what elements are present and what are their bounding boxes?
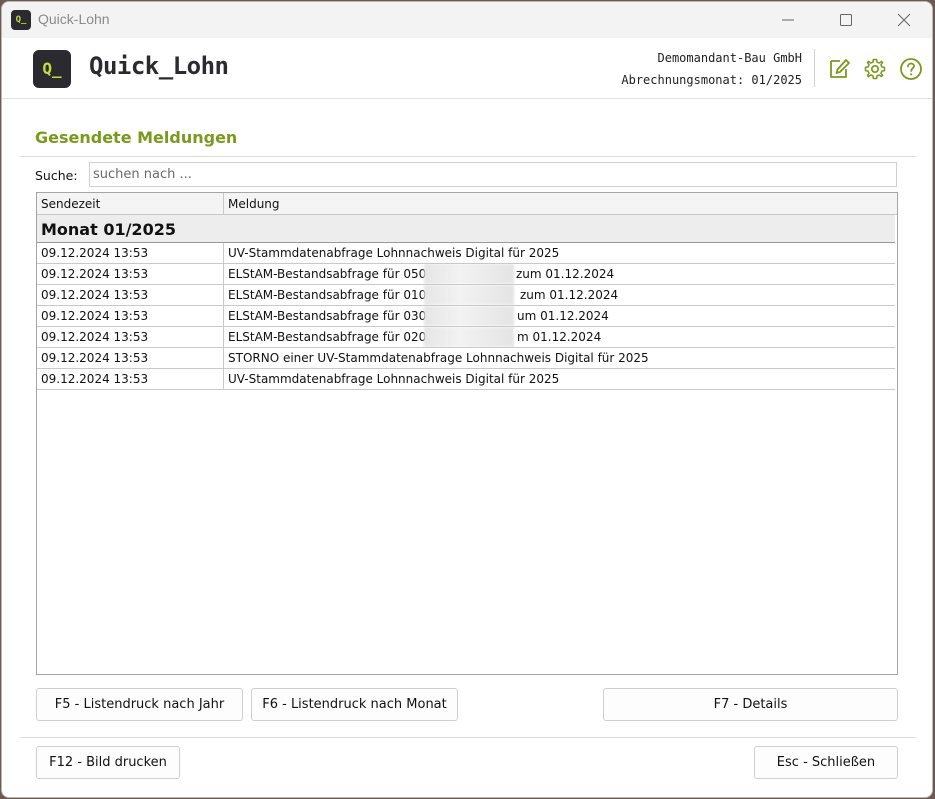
close-button[interactable] <box>881 2 927 38</box>
logo-mark: Q_ <box>33 50 71 88</box>
column-header-meldung[interactable]: Meldung <box>224 193 896 214</box>
message-text: STORNO einer UV-Stammdatenabfrage Lohnna… <box>228 351 649 365</box>
group-label: Monat 01/2025 <box>41 220 176 239</box>
cell-sendezeit: 09.12.2024 13:53 <box>37 348 224 368</box>
column-header-sendezeit[interactable]: Sendezeit <box>37 193 224 214</box>
table-header: Sendezeit Meldung <box>37 193 897 215</box>
message-text-suffix: zum 01.12.2024 <box>520 288 619 302</box>
cell-meldung: ELStAM-Bestandsabfrage für 0500 zum 01.1… <box>224 264 895 284</box>
app-window: Q_ Quick-Lohn Q_ Quick_Lohn Demomandant-… <box>1 1 933 798</box>
message-text: ELStAM-Bestandsabfrage für 0100 <box>228 288 434 302</box>
message-text: UV-Stammdatenabfrage Lohnnachweis Digita… <box>228 246 560 260</box>
message-text-suffix: zum 01.12.2024 <box>516 267 615 281</box>
cell-meldung: UV-Stammdatenabfrage Lohnnachweis Digita… <box>224 369 895 389</box>
search-input[interactable] <box>89 162 897 187</box>
app-icon: Q_ <box>11 10 31 30</box>
cell-sendezeit: 09.12.2024 13:53 <box>37 327 224 347</box>
redacted-area <box>424 327 514 347</box>
redacted-area <box>424 285 514 305</box>
company-name: Demomandant-Bau GmbH <box>657 51 803 65</box>
cell-meldung: ELStAM-Bestandsabfrage für 0100 zum 01.1… <box>224 285 895 305</box>
message-text-suffix: m 01.12.2024 <box>517 330 602 344</box>
print-by-year-button[interactable]: F5 - Listendruck nach Jahr <box>36 688 243 721</box>
billing-month: Abrechnungsmonat: 01/2025 <box>621 73 802 87</box>
details-button[interactable]: F7 - Details <box>603 688 898 721</box>
cell-sendezeit: 09.12.2024 13:53 <box>37 369 224 389</box>
table-row[interactable]: 09.12.2024 13:53 ELStAM-Bestandsabfrage … <box>37 306 895 327</box>
message-text: ELStAM-Bestandsabfrage für 0300 <box>228 309 434 323</box>
cell-meldung: UV-Stammdatenabfrage Lohnnachweis Digita… <box>224 243 895 263</box>
message-text: ELStAM-Bestandsabfrage für 0500 <box>228 267 434 281</box>
cell-sendezeit: 09.12.2024 13:53 <box>37 264 224 284</box>
redacted-area <box>424 306 514 326</box>
cell-meldung: STORNO einer UV-Stammdatenabfrage Lohnna… <box>224 348 895 368</box>
cell-meldung: ELStAM-Bestandsabfrage für 0300 um 01.12… <box>224 306 895 326</box>
close-icon <box>897 13 911 27</box>
maximize-icon <box>840 14 852 26</box>
maximize-button[interactable] <box>823 2 869 38</box>
page-title: Gesendete Meldungen <box>35 128 238 147</box>
table-row[interactable]: 09.12.2024 13:53 ELStAM-Bestandsabfrage … <box>37 264 895 285</box>
redacted-area <box>424 264 514 284</box>
message-text: ELStAM-Bestandsabfrage für 0200 <box>228 330 434 344</box>
cell-sendezeit: 09.12.2024 13:53 <box>37 243 224 263</box>
messages-table[interactable]: Sendezeit Meldung Monat 01/2025 09.12.20… <box>36 192 898 675</box>
divider <box>20 156 916 157</box>
divider <box>20 737 916 738</box>
table-row[interactable]: 09.12.2024 13:53 STORNO einer UV-Stammda… <box>37 348 895 369</box>
table-row[interactable]: 09.12.2024 13:53 UV-Stammdatenabfrage Lo… <box>37 369 895 390</box>
app-header: Q_ Quick_Lohn Demomandant-Bau GmbH Abrec… <box>2 38 932 99</box>
table-body: 09.12.2024 13:53 UV-Stammdatenabfrage Lo… <box>37 243 895 390</box>
edit-icon[interactable] <box>827 57 851 81</box>
close-dialog-button[interactable]: Esc - Schließen <box>754 746 898 779</box>
print-screen-button[interactable]: F12 - Bild drucken <box>36 746 180 779</box>
message-text: UV-Stammdatenabfrage Lohnnachweis Digita… <box>228 372 560 386</box>
cell-sendezeit: 09.12.2024 13:53 <box>37 306 224 326</box>
minimize-icon <box>782 19 794 21</box>
table-row[interactable]: 09.12.2024 13:53 UV-Stammdatenabfrage Lo… <box>37 243 895 264</box>
group-header[interactable]: Monat 01/2025 <box>37 215 895 243</box>
table-row[interactable]: 09.12.2024 13:53 ELStAM-Bestandsabfrage … <box>37 285 895 306</box>
search-label: Suche: <box>35 168 78 183</box>
cell-sendezeit: 09.12.2024 13:53 <box>37 285 224 305</box>
print-by-month-button[interactable]: F6 - Listendruck nach Monat <box>251 688 458 721</box>
cell-meldung: ELStAM-Bestandsabfrage für 0200 m 01.12.… <box>224 327 895 347</box>
message-text-suffix: um 01.12.2024 <box>517 309 609 323</box>
help-icon[interactable] <box>899 57 923 81</box>
table-row[interactable]: 09.12.2024 13:53 ELStAM-Bestandsabfrage … <box>37 327 895 348</box>
title-bar[interactable]: Q_ Quick-Lohn <box>2 2 932 38</box>
header-divider <box>814 49 815 87</box>
gear-icon[interactable] <box>863 57 887 81</box>
minimize-button[interactable] <box>765 2 811 38</box>
logo-text: Quick_Lohn <box>89 52 229 80</box>
window-title: Quick-Lohn <box>38 11 110 27</box>
